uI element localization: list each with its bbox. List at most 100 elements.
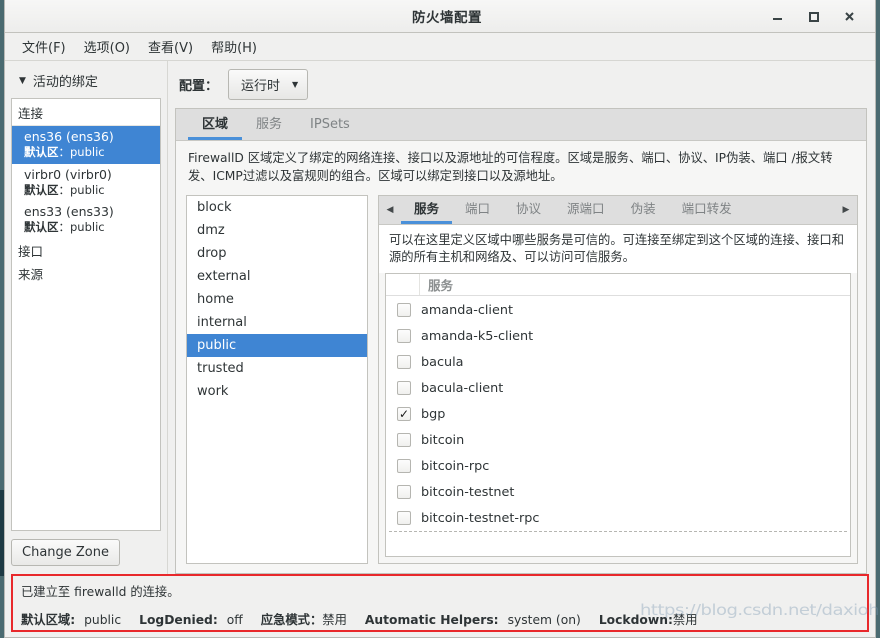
zone-columns: block dmz drop external home internal pu… bbox=[176, 194, 866, 573]
zone-detail-tabs: ◀ 服务 端口 协议 源端口 伪装 端口转发 ▶ bbox=[379, 195, 857, 225]
table-row[interactable]: bacula-client bbox=[387, 375, 849, 401]
zone-item-external[interactable]: external bbox=[187, 265, 367, 288]
configuration-value: 运行时 bbox=[241, 79, 281, 94]
service-checkbox[interactable] bbox=[397, 303, 411, 318]
tab-services[interactable]: 服务 bbox=[242, 107, 296, 140]
connection-name: ens33 (ens33) bbox=[24, 204, 114, 220]
zone-item-internal[interactable]: internal bbox=[187, 311, 367, 334]
subtab-source-ports[interactable]: 源端口 bbox=[554, 196, 618, 224]
active-bindings-label: 活动的绑定 bbox=[32, 75, 98, 90]
service-checkbox[interactable] bbox=[397, 381, 411, 396]
service-checkbox[interactable] bbox=[397, 459, 411, 474]
status-label-lockdown: Lockdown: bbox=[598, 613, 673, 627]
tabs-scroll-left-icon[interactable]: ◀ bbox=[379, 196, 401, 224]
list-item[interactable]: virbr0 (virbr0) 默认区：public bbox=[12, 164, 160, 202]
change-zone-button[interactable]: Change Zone bbox=[11, 539, 121, 566]
subtab-ports[interactable]: 端口 bbox=[452, 196, 503, 224]
zone-item-block[interactable]: block bbox=[187, 196, 367, 219]
services-table-header: 服务 bbox=[386, 274, 850, 297]
services-table[interactable]: 服务 amanda-client amanda-k5-client bacula… bbox=[385, 273, 851, 557]
service-name: bitcoin-rpc bbox=[421, 458, 490, 474]
zone-description: FirewallD 区域定义了绑定的网络连接、接口以及源地址的可信程度。区域是服… bbox=[176, 141, 866, 195]
zone-item-drop[interactable]: drop bbox=[187, 242, 367, 265]
service-name: bitcoin-testnet-rpc bbox=[421, 510, 540, 526]
table-row[interactable]: bitcoin-testnet-rpc bbox=[387, 505, 849, 531]
subtab-masquerading[interactable]: 伪装 bbox=[618, 196, 669, 224]
close-icon[interactable] bbox=[841, 8, 857, 24]
tabs-scroll-right-icon[interactable]: ▶ bbox=[835, 196, 857, 224]
zone-list[interactable]: block dmz drop external home internal pu… bbox=[186, 194, 368, 564]
menu-file[interactable]: 文件(F) bbox=[13, 34, 75, 59]
status-label-automatic-helpers: Automatic Helpers: bbox=[364, 613, 499, 627]
status-bar: 已建立至 firewalld 的连接。 默认区域: public LogDenied… bbox=[11, 574, 869, 632]
chevron-down-icon: ▼ bbox=[19, 75, 26, 86]
service-checkbox[interactable] bbox=[397, 511, 411, 526]
row-checkbox-cell bbox=[387, 433, 421, 448]
status-value-automatic-helpers: system (on) bbox=[507, 613, 581, 627]
table-row[interactable]: bitcoin-testnet bbox=[387, 479, 849, 505]
zone-item-trusted[interactable]: trusted bbox=[187, 357, 367, 380]
chevron-down-icon: ▼ bbox=[292, 80, 299, 89]
window-controls bbox=[769, 8, 875, 24]
minimize-icon[interactable] bbox=[769, 8, 785, 24]
subtab-port-forwarding[interactable]: 端口转发 bbox=[669, 196, 745, 224]
table-row[interactable]: bitcoin bbox=[387, 427, 849, 453]
focus-dashed-line bbox=[389, 531, 847, 533]
row-checkbox-cell bbox=[387, 485, 421, 500]
status-label-panic-mode: 应急模式： bbox=[260, 613, 323, 627]
row-checkbox-cell bbox=[387, 329, 421, 344]
table-row[interactable]: bitcoin-rpc bbox=[387, 453, 849, 479]
row-checkbox-cell bbox=[387, 303, 421, 318]
row-checkbox-cell bbox=[387, 511, 421, 526]
zone-item-public[interactable]: public bbox=[187, 333, 367, 357]
zone-detail-tablist: 服务 端口 协议 源端口 伪装 端口转发 bbox=[401, 196, 835, 224]
menubar: 文件(F) 选项(O) 查看(V) 帮助(H) bbox=[5, 33, 875, 61]
connection-name: ens36 (ens36) bbox=[24, 129, 114, 144]
tab-ipsets[interactable]: IPSets bbox=[296, 111, 364, 140]
service-checkbox[interactable] bbox=[397, 329, 411, 344]
service-checkbox[interactable] bbox=[397, 485, 411, 500]
zone-item-home[interactable]: home bbox=[187, 288, 367, 311]
menu-options[interactable]: 选项(O) bbox=[75, 34, 139, 59]
row-checkbox-cell bbox=[387, 355, 421, 370]
service-checkbox-checked[interactable]: ✓ bbox=[397, 406, 411, 422]
connection-zone: 默认区：public bbox=[24, 145, 105, 159]
group-sources[interactable]: 来源 bbox=[12, 262, 160, 285]
list-item[interactable]: ens36 (ens36) 默认区：public bbox=[12, 126, 160, 164]
column-header-service: 服务 bbox=[428, 278, 454, 294]
tab-zones[interactable]: 区域 bbox=[188, 107, 243, 140]
connections-header: 连接 bbox=[12, 99, 160, 126]
table-row[interactable]: amanda-client bbox=[387, 297, 849, 323]
service-name: amanda-k5-client bbox=[421, 328, 534, 344]
active-bindings-expander[interactable]: ▼ 活动的绑定 bbox=[11, 67, 161, 98]
active-bindings-pane: ▼ 活动的绑定 连接 ens36 (ens36) 默认区：public virb… bbox=[5, 61, 167, 574]
window-title: 防火墙配置 bbox=[412, 10, 482, 26]
screen: 防火墙配置 文件(F) 选项(O) 查看(V) 帮助(H) ▼ 活动的绑定 连接… bbox=[0, 0, 880, 638]
config-pane: 配置： 运行时 ▼ 区域 服务 IPSets FirewallD 区域定义了绑定… bbox=[173, 61, 875, 574]
service-name: bitcoin bbox=[421, 432, 465, 448]
bindings-list[interactable]: 连接 ens36 (ens36) 默认区：public virbr0 (virb… bbox=[11, 98, 161, 531]
list-item[interactable]: ens33 (ens33) 默认区：public bbox=[12, 201, 160, 239]
service-checkbox[interactable] bbox=[397, 355, 411, 370]
checkmark-icon: ✓ bbox=[398, 406, 410, 421]
row-checkbox-cell bbox=[387, 459, 421, 474]
table-row[interactable]: bacula bbox=[387, 349, 849, 375]
subtab-services[interactable]: 服务 bbox=[401, 196, 453, 224]
header-checkbox-cell bbox=[386, 274, 420, 296]
zone-item-dmz[interactable]: dmz bbox=[187, 219, 367, 242]
services-description: 可以在这里定义区域中哪些服务是可信的。可连接至绑定到这个区域的连接、接口和源的所… bbox=[379, 224, 857, 274]
service-checkbox[interactable] bbox=[397, 433, 411, 448]
status-label-logdenied: LogDenied: bbox=[139, 613, 218, 627]
menu-view[interactable]: 查看(V) bbox=[139, 34, 202, 59]
maximize-icon[interactable] bbox=[805, 8, 821, 24]
connection-name: virbr0 (virbr0) bbox=[24, 166, 112, 182]
service-name: amanda-client bbox=[421, 302, 513, 318]
service-name: bacula bbox=[421, 354, 464, 370]
configuration-dropdown[interactable]: 运行时 ▼ bbox=[228, 69, 309, 100]
group-interfaces[interactable]: 接口 bbox=[12, 239, 160, 262]
table-row[interactable]: amanda-k5-client bbox=[387, 323, 849, 349]
zone-item-work[interactable]: work bbox=[187, 380, 367, 403]
subtab-protocols[interactable]: 协议 bbox=[503, 196, 554, 224]
menu-help[interactable]: 帮助(H) bbox=[202, 34, 266, 59]
table-row[interactable]: ✓ bgp bbox=[387, 401, 849, 427]
